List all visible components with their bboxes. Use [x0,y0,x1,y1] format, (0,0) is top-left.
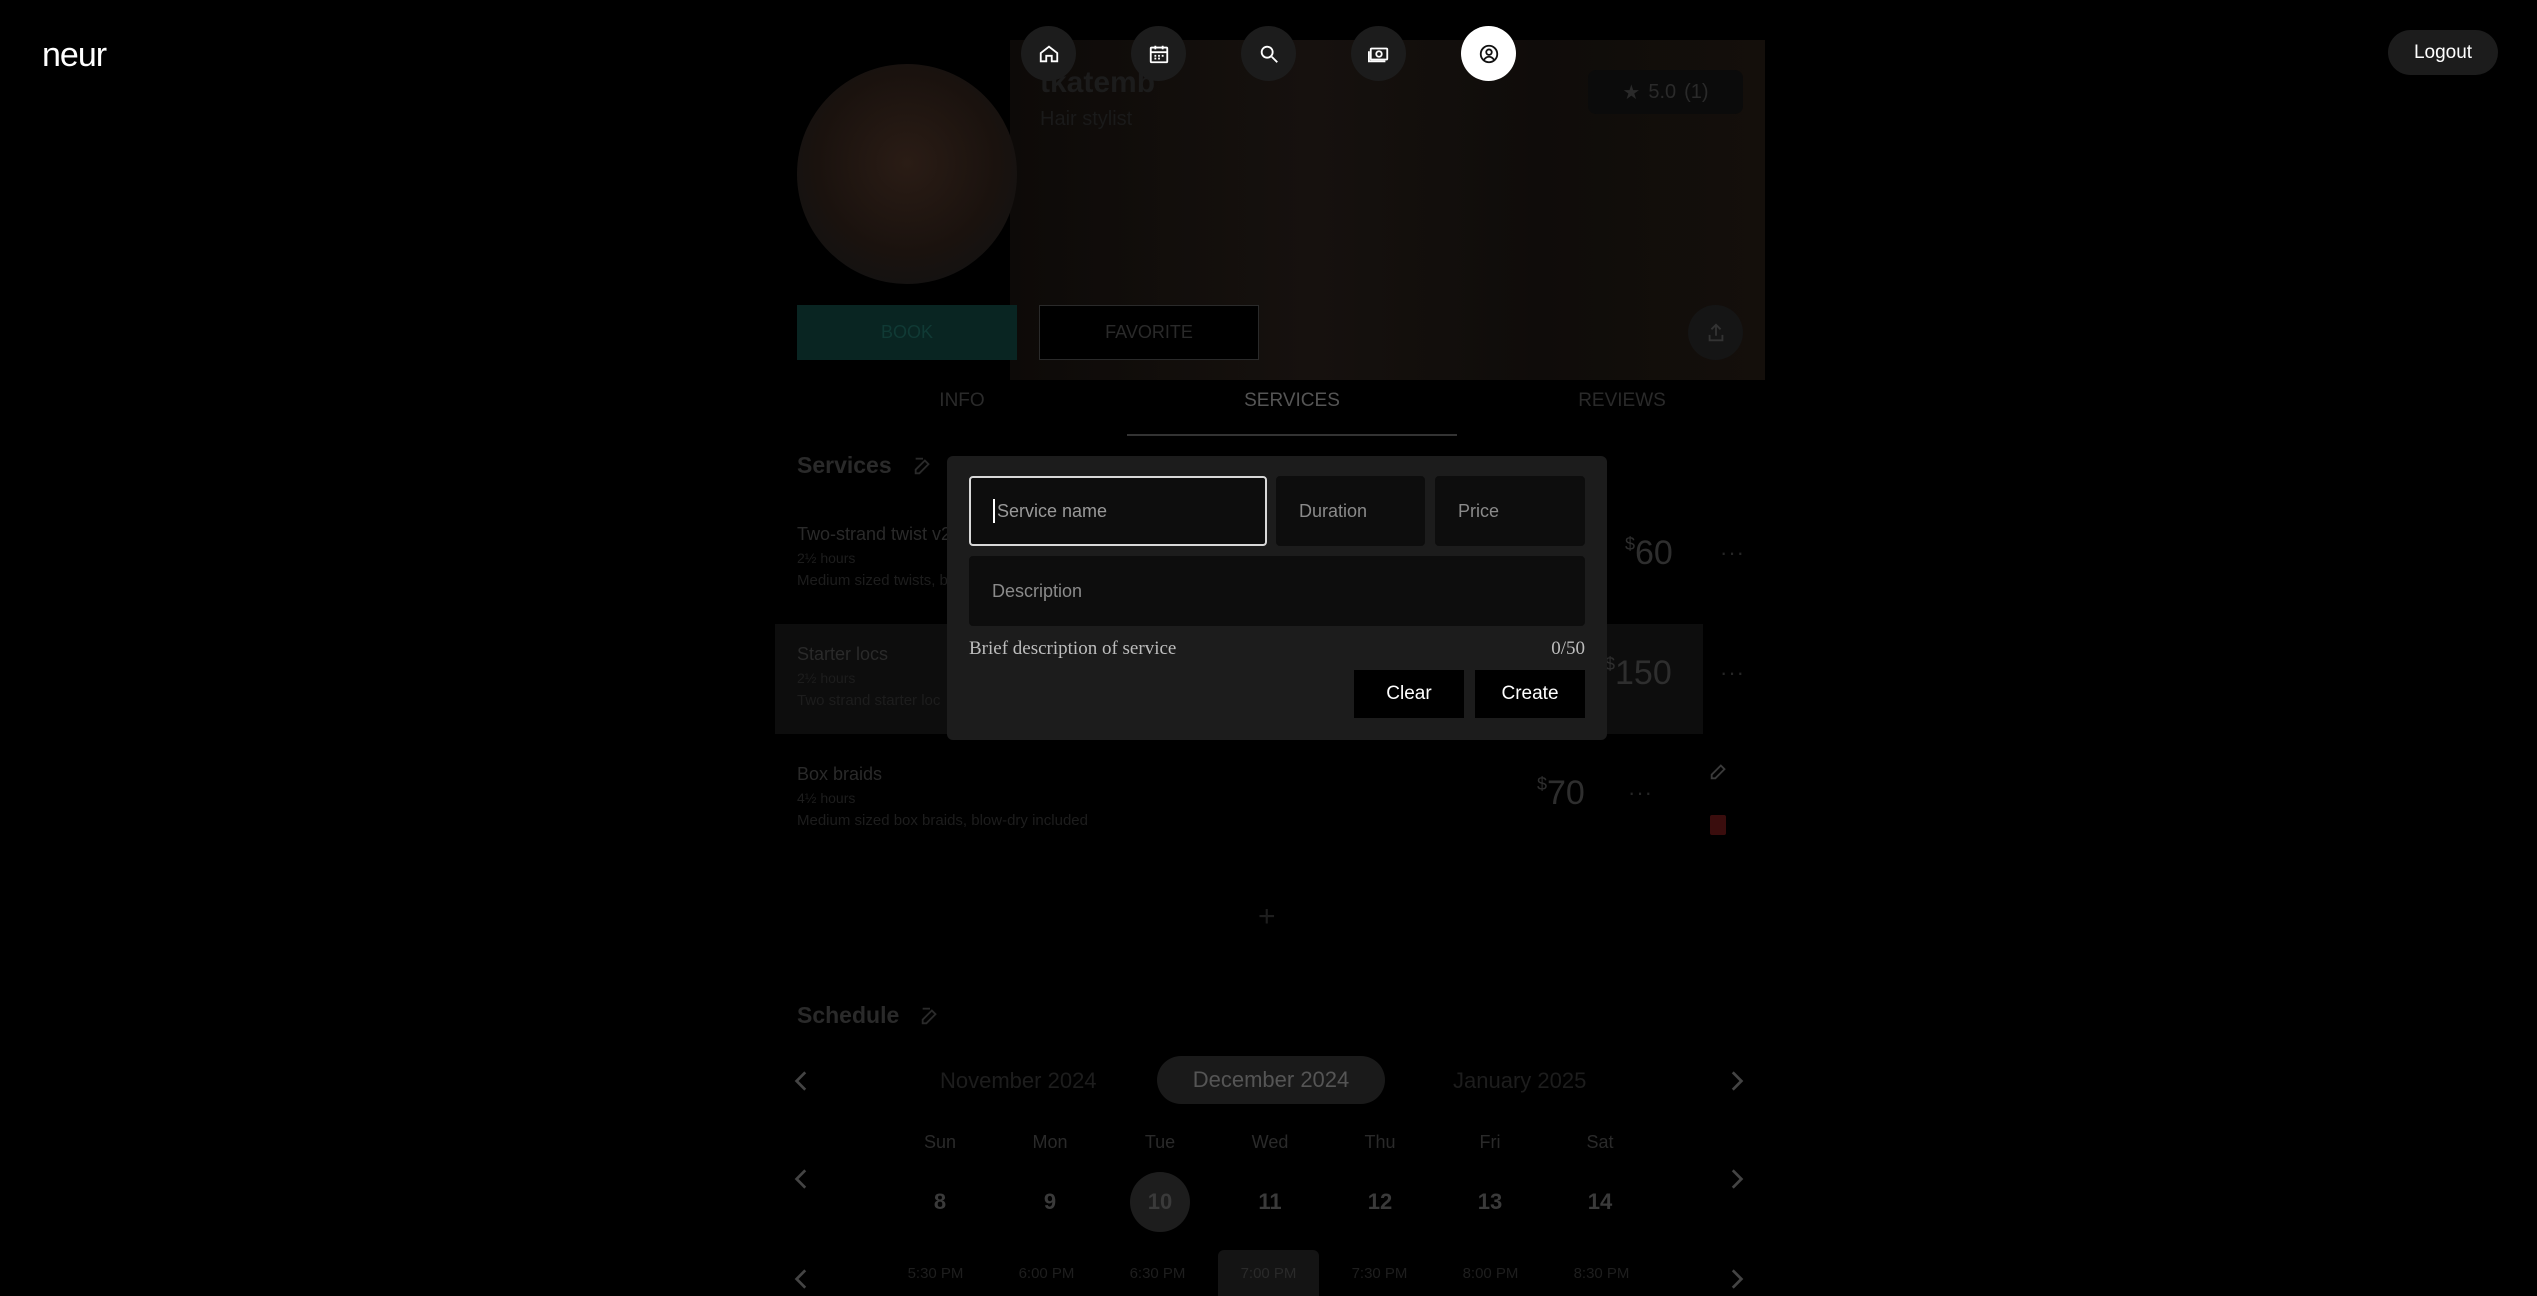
create-button[interactable]: Create [1475,670,1585,718]
time-slot[interactable]: 8:00 PM [1435,1250,1546,1296]
create-service-dialog: Service name Duration Price Description … [947,456,1607,740]
rating-badge: ★ 5.0 (1) [1588,70,1743,114]
day-button[interactable]: 8 [885,1172,995,1232]
month-prev-button[interactable] [789,1068,815,1094]
edit-service-button[interactable] [1708,760,1730,787]
app-logo[interactable]: neur [42,36,107,75]
nav-payments-button[interactable] [1351,26,1406,81]
edit-services-icon[interactable] [912,455,934,477]
share-button[interactable] [1688,305,1743,360]
time-slot[interactable]: 6:00 PM [991,1250,1102,1296]
tab-info[interactable]: INFO [797,390,1127,436]
stylist-role: Hair stylist [1040,108,1133,130]
rating-value: 5.0 [1648,80,1677,103]
duration-input[interactable]: Duration [1276,476,1425,546]
character-counter: 0/50 [1551,638,1585,659]
month-current: December 2024 [1157,1056,1385,1104]
logout-button[interactable]: Logout [2388,30,2498,75]
nav-profile-button[interactable] [1461,26,1516,81]
time-slot[interactable]: 6:30 PM [1102,1250,1213,1296]
description-input[interactable]: Description [969,556,1585,626]
day-button[interactable]: 11 [1215,1172,1325,1232]
clear-button[interactable]: Clear [1354,670,1464,718]
search-icon [1260,45,1278,63]
month-next-button[interactable] [1723,1068,1749,1094]
money-icon [1367,47,1388,62]
day-button[interactable]: 13 [1435,1172,1545,1232]
service-price: $70 [1537,774,1585,812]
favorite-button[interactable]: FAVORITE [1039,305,1259,360]
month-next[interactable]: January 2025 [1453,1068,1586,1094]
service-price: $150 [1605,654,1672,692]
nav-search-button[interactable] [1241,26,1296,81]
chevron-right-icon [1731,1071,1744,1091]
tab-services[interactable]: SERVICES [1127,390,1457,436]
add-service-button[interactable]: + [1258,900,1276,934]
day-selector: 8 9 10 11 12 13 14 [885,1172,1655,1232]
more-options-icon[interactable]: ··· [1628,780,1653,806]
more-options-icon[interactable]: ··· [1720,660,1745,686]
share-icon [1708,322,1723,341]
day-button[interactable]: 9 [995,1172,1105,1232]
chevron-right-icon [1731,1169,1744,1189]
time-slot[interactable]: 7:30 PM [1324,1250,1435,1296]
price-input[interactable]: Price [1435,476,1585,546]
month-prev[interactable]: November 2024 [940,1068,1097,1094]
book-button[interactable]: BOOK [797,305,1017,360]
time-slot[interactable]: 5:30 PM [880,1250,991,1296]
month-picker: November 2024 December 2024 January 2025 [794,1056,1745,1104]
week-next-button[interactable] [1723,1166,1749,1192]
pencil-icon [1710,764,1726,780]
star-icon: ★ [1622,81,1641,104]
week-prev-button[interactable] [789,1166,815,1192]
time-slots: 5:30 PM 6:00 PM 6:30 PM 7:00 PM 7:30 PM … [880,1250,1657,1296]
day-button[interactable]: 14 [1545,1172,1655,1232]
time-slot[interactable]: 8:30 PM [1546,1250,1657,1296]
nav-home-button[interactable] [1021,26,1076,81]
day-button-selected[interactable]: 10 [1105,1172,1215,1232]
home-icon [1039,45,1058,62]
profile-icon [1479,44,1498,63]
description-helper-text: Brief description of service [969,638,1177,659]
weekday-header: Sun Mon Tue Wed Thu Fri Sat [923,1132,1614,1152]
services-heading: Services [797,452,934,479]
day-button[interactable]: 12 [1325,1172,1435,1232]
chevron-left-icon [794,1269,807,1289]
time-slot-selected[interactable]: 7:00 PM [1218,1250,1319,1296]
chevron-right-icon [1731,1269,1744,1289]
chevron-left-icon [794,1071,807,1091]
time-next-button[interactable] [1723,1266,1749,1292]
time-prev-button[interactable] [789,1266,815,1292]
service-row[interactable]: Box braids 4½ hours Medium sized box bra… [775,744,1703,854]
more-options-icon[interactable]: ··· [1720,540,1745,566]
delete-icon[interactable] [1710,815,1726,835]
rating-count: (1) [1684,80,1709,103]
service-name-input[interactable]: Service name [969,476,1267,546]
tab-reviews[interactable]: REVIEWS [1457,390,1787,436]
chevron-left-icon [794,1169,807,1189]
profile-tabs: INFO SERVICES REVIEWS [797,390,1787,436]
calendar-icon [1149,45,1168,63]
nav-calendar-button[interactable] [1131,26,1186,81]
service-price: $60 [1625,534,1673,572]
edit-schedule-icon[interactable] [919,1005,941,1027]
schedule-heading: Schedule [797,1002,941,1029]
avatar [797,64,1017,284]
main-nav [1021,26,1516,81]
